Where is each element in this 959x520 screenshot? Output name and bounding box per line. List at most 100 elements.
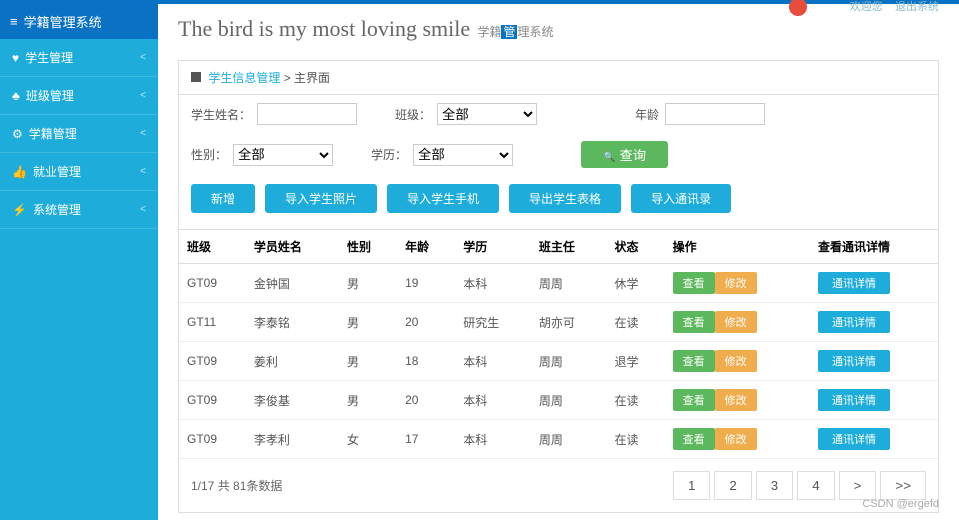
action-button[interactable]: 导入通讯录 bbox=[631, 184, 731, 213]
edit-button[interactable]: 修改 bbox=[715, 311, 757, 333]
sidebar-item-0[interactable]: ♥学生管理< bbox=[0, 39, 158, 77]
sidebar-item-label: 学籍管理 bbox=[29, 125, 77, 142]
table-row: GT09金钟国男19本科周周休学查看修改通讯详情 bbox=[179, 264, 938, 303]
edit-button[interactable]: 修改 bbox=[715, 350, 757, 372]
cell-gender: 男 bbox=[339, 264, 397, 303]
age-input[interactable] bbox=[665, 103, 765, 125]
logout-link[interactable]: 退出系统 bbox=[895, 1, 939, 13]
detail-button[interactable]: 通讯详情 bbox=[818, 311, 890, 333]
cell-edu: 研究生 bbox=[455, 303, 531, 342]
page-title: The bird is my most loving smile 学籍管理系统 bbox=[178, 16, 939, 42]
table-header: 操作 bbox=[665, 230, 810, 264]
action-button[interactable]: 导入学生手机 bbox=[387, 184, 499, 213]
cell-status: 在读 bbox=[606, 420, 664, 459]
cell-class: GT09 bbox=[179, 420, 246, 459]
sidebar-item-label: 就业管理 bbox=[33, 163, 81, 180]
search-button[interactable]: 查询 bbox=[581, 141, 668, 168]
pager-button[interactable]: > bbox=[839, 471, 877, 500]
sidebar-icon: ⚡ bbox=[12, 203, 27, 217]
main-content: The bird is my most loving smile 学籍管理系统 … bbox=[158, 4, 959, 520]
pager-info: 1/17 共 81条数据 bbox=[191, 477, 282, 494]
list-icon bbox=[191, 72, 201, 82]
cell-age: 20 bbox=[397, 381, 455, 420]
pager-button[interactable]: 4 bbox=[797, 471, 834, 500]
action-button[interactable]: 新增 bbox=[191, 184, 255, 213]
pager-button[interactable]: 1 bbox=[673, 471, 710, 500]
breadcrumb: 学生信息管理 > 主界面 bbox=[179, 61, 938, 95]
view-button[interactable]: 查看 bbox=[673, 389, 715, 411]
table-header: 性别 bbox=[339, 230, 397, 264]
edu-select[interactable]: 全部 bbox=[413, 144, 513, 166]
gender-label: 性别： bbox=[191, 146, 227, 163]
sidebar-item-2[interactable]: ⚙学籍管理< bbox=[0, 115, 158, 153]
cell-class: GT11 bbox=[179, 303, 246, 342]
name-input[interactable] bbox=[257, 103, 357, 125]
view-button[interactable]: 查看 bbox=[673, 350, 715, 372]
cell-class: GT09 bbox=[179, 342, 246, 381]
view-button[interactable]: 查看 bbox=[673, 311, 715, 333]
edit-button[interactable]: 修改 bbox=[715, 428, 757, 450]
cell-age: 19 bbox=[397, 264, 455, 303]
cell-edu: 本科 bbox=[455, 420, 531, 459]
cell-teacher: 周周 bbox=[531, 420, 607, 459]
cell-gender: 男 bbox=[339, 342, 397, 381]
pager-button[interactable]: 2 bbox=[714, 471, 751, 500]
cell-status: 在读 bbox=[606, 303, 664, 342]
cell-status: 在读 bbox=[606, 381, 664, 420]
menu-icon: ≡ bbox=[10, 14, 18, 29]
table-row: GT09姜利男18本科周周退学查看修改通讯详情 bbox=[179, 342, 938, 381]
cell-age: 18 bbox=[397, 342, 455, 381]
name-label: 学生姓名： bbox=[191, 106, 251, 123]
cell-gender: 女 bbox=[339, 420, 397, 459]
pager-button[interactable]: 3 bbox=[756, 471, 793, 500]
view-button[interactable]: 查看 bbox=[673, 272, 715, 294]
edit-button[interactable]: 修改 bbox=[715, 272, 757, 294]
cell-name: 姜利 bbox=[246, 342, 339, 381]
table-header: 年龄 bbox=[397, 230, 455, 264]
action-button[interactable]: 导入学生照片 bbox=[265, 184, 377, 213]
cell-edu: 本科 bbox=[455, 342, 531, 381]
class-label: 班级： bbox=[395, 106, 431, 123]
topbar: 欢迎您 退出系统 bbox=[0, 0, 959, 4]
table-header: 班主任 bbox=[531, 230, 607, 264]
cell-teacher: 胡亦可 bbox=[531, 303, 607, 342]
table-header: 状态 bbox=[606, 230, 664, 264]
age-label: 年龄 bbox=[635, 106, 659, 123]
sidebar-item-label: 班级管理 bbox=[26, 87, 74, 104]
notification-icon[interactable] bbox=[789, 0, 807, 16]
sidebar-item-1[interactable]: ♣ 班级管理 < bbox=[0, 77, 158, 115]
sidebar-icon: 👍 bbox=[12, 165, 27, 179]
table-row: GT09李俊基男20本科周周在读查看修改通讯详情 bbox=[179, 381, 938, 420]
sidebar-icon: ♣ bbox=[12, 89, 20, 103]
edit-button[interactable]: 修改 bbox=[715, 389, 757, 411]
table-header: 查看通讯详情 bbox=[810, 230, 938, 264]
class-select[interactable]: 全部 bbox=[437, 103, 537, 125]
sidebar-item-4[interactable]: ⚡系统管理< bbox=[0, 191, 158, 229]
chevron-left-icon: < bbox=[140, 52, 146, 63]
detail-button[interactable]: 通讯详情 bbox=[818, 428, 890, 450]
detail-button[interactable]: 通讯详情 bbox=[818, 350, 890, 372]
cell-age: 20 bbox=[397, 303, 455, 342]
sidebar: ≡ 学籍管理系统 ♥学生管理<♣班级管理<⚙学籍管理<👍就业管理<⚡系统管理< bbox=[0, 4, 158, 520]
cell-gender: 男 bbox=[339, 303, 397, 342]
detail-button[interactable]: 通讯详情 bbox=[818, 272, 890, 294]
sidebar-item-3[interactable]: 👍就业管理< bbox=[0, 153, 158, 191]
table-row: GT11李泰铭男20研究生胡亦可在读查看修改通讯详情 bbox=[179, 303, 938, 342]
breadcrumb-section[interactable]: 学生信息管理 bbox=[208, 71, 280, 85]
chevron-left-icon: < bbox=[140, 90, 146, 101]
cell-status: 休学 bbox=[606, 264, 664, 303]
cell-edu: 本科 bbox=[455, 381, 531, 420]
gender-select[interactable]: 全部 bbox=[233, 144, 333, 166]
cell-name: 李孝利 bbox=[246, 420, 339, 459]
table-header: 班级 bbox=[179, 230, 246, 264]
pager-button[interactable]: >> bbox=[880, 471, 926, 500]
action-button[interactable]: 导出学生表格 bbox=[509, 184, 621, 213]
cell-gender: 男 bbox=[339, 381, 397, 420]
cell-class: GT09 bbox=[179, 264, 246, 303]
cell-age: 17 bbox=[397, 420, 455, 459]
content-panel: 学生信息管理 > 主界面 学生姓名： 班级： 全部 年龄 bbox=[178, 60, 939, 513]
view-button[interactable]: 查看 bbox=[673, 428, 715, 450]
cell-teacher: 周周 bbox=[531, 342, 607, 381]
greeting-text: 欢迎您 bbox=[850, 1, 883, 13]
detail-button[interactable]: 通讯详情 bbox=[818, 389, 890, 411]
